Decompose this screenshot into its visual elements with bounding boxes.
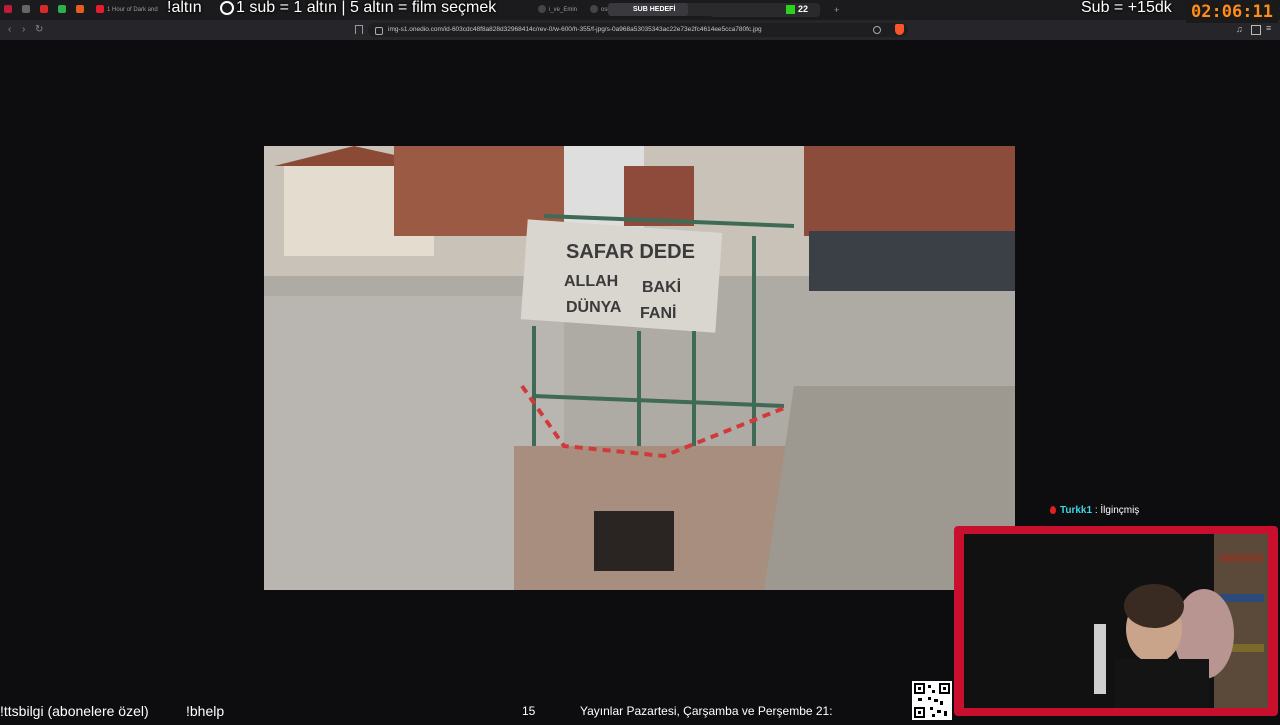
webcam-feed xyxy=(964,534,1268,708)
webcam-frame xyxy=(954,526,1278,716)
tab-favicon-icon xyxy=(590,5,598,14)
url-text: img-s1.onedio.com/id-603cdc48f8a828d3296… xyxy=(388,26,762,33)
webcam-scene xyxy=(964,534,1268,708)
brave-shield-icon[interactable] xyxy=(895,24,904,35)
media-icon[interactable]: ♫ xyxy=(1236,24,1243,34)
sign-line-1: SAFAR DEDE xyxy=(566,241,695,263)
sign-line-2: ALLAH xyxy=(564,273,618,290)
tab-favicon-icon xyxy=(58,5,66,14)
altin-info-text: 1 sub = 1 altın | 5 altın = film seçmek xyxy=(220,0,496,17)
tab-4[interactable] xyxy=(76,3,90,17)
chat-message: Turkk1 : İlginçmiş xyxy=(1050,505,1139,516)
tab-favicon-icon xyxy=(40,5,48,14)
altin-command-text: !altın xyxy=(167,0,202,16)
tab-favicon-icon xyxy=(4,5,12,14)
tab-2[interactable] xyxy=(40,3,54,17)
tab-favicon-icon xyxy=(76,5,84,14)
ttsbilgi-command: !ttsbilgi (abonelere özel) xyxy=(0,703,149,719)
tab-label: i_ve_Emin xyxy=(549,7,578,13)
bookmark-icon[interactable] xyxy=(355,25,363,34)
chat-separator: : xyxy=(1094,505,1098,516)
site-info-icon[interactable] xyxy=(375,27,383,35)
menu-icon[interactable]: ≡ xyxy=(1266,23,1271,33)
address-bar-row: ‹ › ↻ img-s1.onedio.com/id-603cdc48f8a82… xyxy=(0,20,1280,40)
tab-7[interactable]: i_ve_Emin xyxy=(538,3,586,17)
street-sign-photo: SAFAR DEDE ALLAH BAKİ DÜNYA FANİ xyxy=(264,146,1015,590)
bhelp-command: !bhelp xyxy=(186,703,225,719)
tab-0[interactable] xyxy=(4,3,18,17)
sub-bonus-text: Sub = +15dk xyxy=(1081,0,1172,16)
new-tab-button[interactable]: + xyxy=(834,3,844,17)
qr-code-icon xyxy=(912,681,952,720)
kick-icon xyxy=(786,5,795,14)
tab-1[interactable] xyxy=(22,3,36,17)
bottom-ticker: !ttsbilgi (abonelere özel) !bhelp 15 Yay… xyxy=(0,700,1280,720)
sidebar-icon[interactable] xyxy=(1251,25,1261,35)
ticker-counter: 15 xyxy=(522,704,536,718)
sub-goal-widget: SUB HEDEFİ 22 xyxy=(608,3,818,16)
youtube-icon xyxy=(96,5,104,14)
tab-favicon-icon xyxy=(22,5,30,14)
zoom-icon[interactable] xyxy=(873,26,881,34)
schedule-text: Yayınlar Pazartesi, Çarşamba ve Perşembe… xyxy=(580,704,833,718)
back-icon[interactable]: ‹ xyxy=(8,23,11,37)
sub-goal-count: 22 xyxy=(798,4,809,14)
forward-icon[interactable]: › xyxy=(22,23,25,37)
drop-icon xyxy=(1050,506,1056,515)
chat-username: Turkk1 xyxy=(1060,505,1093,516)
qr-pattern xyxy=(914,683,950,718)
sign-line-4: DÜNYA xyxy=(566,297,622,316)
chat-text: İlginçmiş xyxy=(1100,505,1140,516)
reload-icon[interactable]: ↻ xyxy=(35,23,43,37)
stream-timer: 02:06:11 xyxy=(1186,2,1278,23)
tab-favicon-icon xyxy=(538,5,546,14)
tab-3[interactable] xyxy=(58,3,72,17)
tab-5[interactable]: 1 Hour of Dark and xyxy=(96,3,166,17)
sign-line-5: FANİ xyxy=(640,304,676,322)
tab-label: 1 Hour of Dark and xyxy=(107,7,158,13)
street-photo-scene: SAFAR DEDE ALLAH BAKİ DÜNYA FANİ xyxy=(264,146,1015,590)
sub-goal-label: SUB HEDEFİ xyxy=(633,6,676,13)
altin-info-label: 1 sub = 1 altın | 5 altın = film seçmek xyxy=(236,0,497,16)
loop-icon xyxy=(220,0,234,15)
sign-line-3: BAKİ xyxy=(642,278,681,296)
url-field[interactable]: img-s1.onedio.com/id-603cdc48f8a828d3296… xyxy=(368,23,908,37)
